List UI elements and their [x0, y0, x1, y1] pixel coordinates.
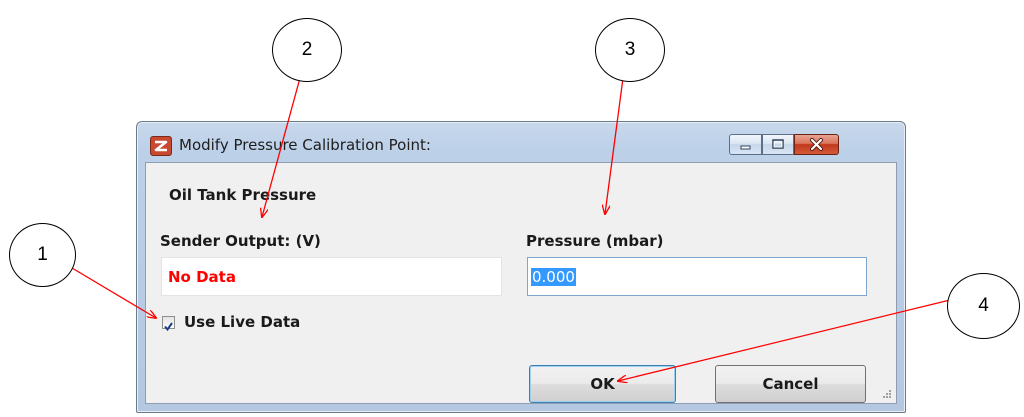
- title-bar[interactable]: Modify Pressure Calibration Point:: [137, 122, 905, 162]
- callout-1: 1: [9, 223, 76, 287]
- use-live-data-checkbox[interactable]: [162, 316, 175, 332]
- maximize-icon: [772, 139, 784, 149]
- callout-3: 3: [595, 18, 665, 82]
- callout-4: 4: [947, 273, 1020, 339]
- pressure-value: 0.000: [531, 268, 576, 286]
- dialog-window: Modify Pressure Calibration Point: Oil T…: [136, 121, 906, 413]
- pressure-label: Pressure (mbar): [526, 232, 664, 250]
- close-icon: [810, 138, 823, 151]
- sender-output-value: No Data: [168, 268, 236, 286]
- app-logo-icon: [150, 136, 172, 156]
- ok-button[interactable]: OK: [529, 365, 676, 403]
- resize-grip-icon[interactable]: [882, 389, 892, 399]
- maximize-button[interactable]: [762, 134, 794, 155]
- cancel-button[interactable]: Cancel: [715, 365, 866, 403]
- dialog-content: Oil Tank Pressure Sender Output: (V) No …: [145, 162, 897, 404]
- callout-2: 2: [272, 18, 342, 82]
- checkmark-icon: [164, 322, 173, 332]
- sender-output-label: Sender Output: (V): [160, 232, 321, 250]
- minimize-icon: [740, 145, 751, 150]
- minimize-button[interactable]: [729, 134, 762, 155]
- window-title: Modify Pressure Calibration Point:: [179, 136, 431, 154]
- close-button[interactable]: [794, 134, 839, 155]
- sender-output-field[interactable]: No Data: [161, 257, 502, 296]
- use-live-data-label[interactable]: Use Live Data: [184, 313, 300, 331]
- pressure-input[interactable]: 0.000: [527, 257, 867, 296]
- section-heading: Oil Tank Pressure: [169, 186, 317, 204]
